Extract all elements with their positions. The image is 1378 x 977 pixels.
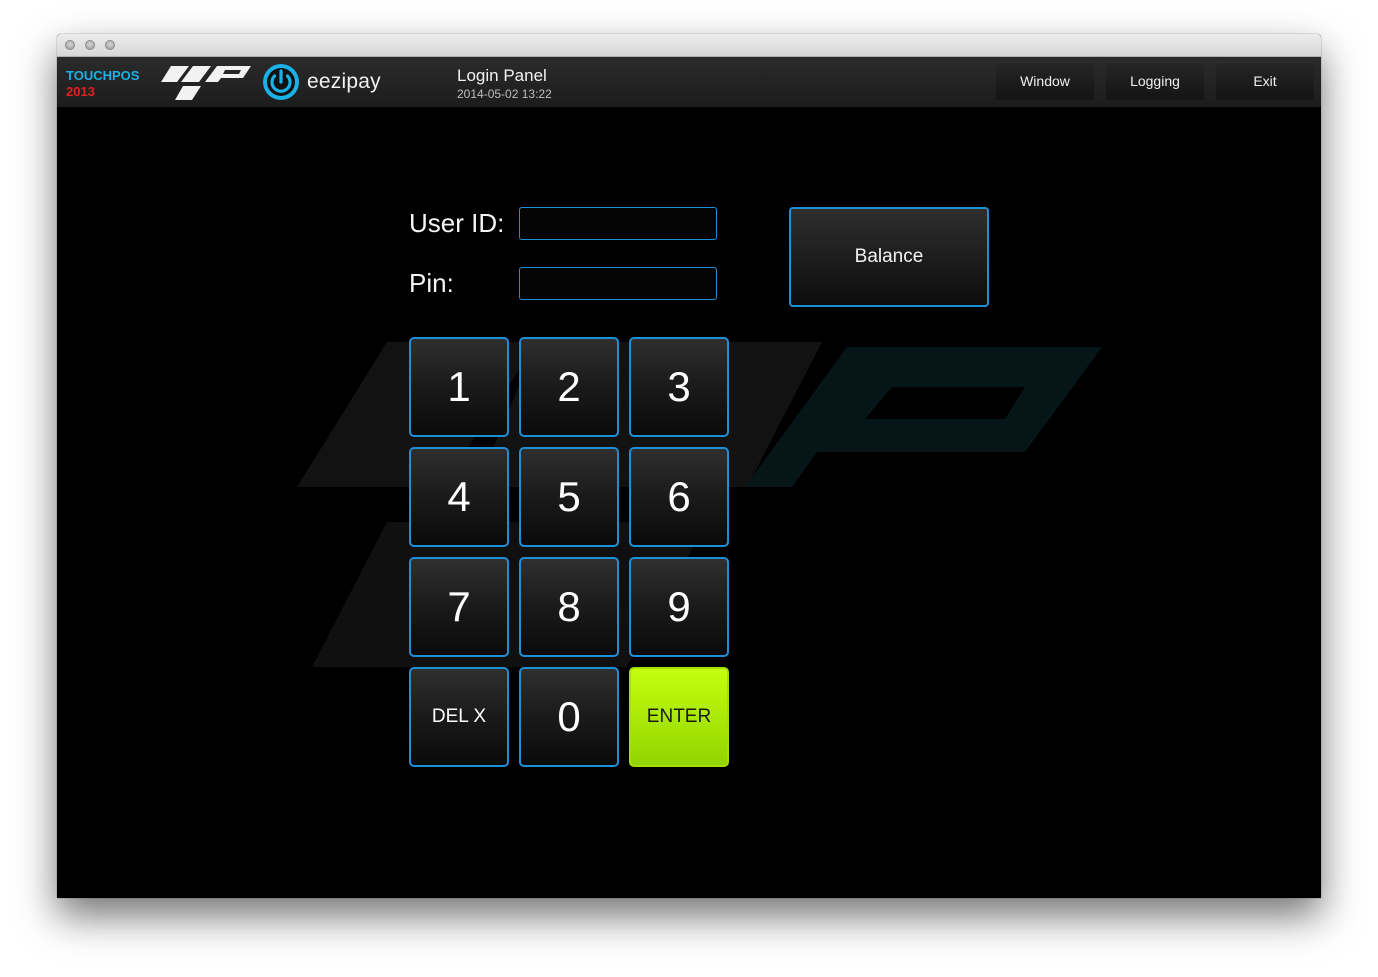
brand-name: TOUCHPOS bbox=[66, 68, 140, 83]
keypad-key-1[interactable]: 1 bbox=[409, 337, 509, 437]
enter-button[interactable]: ENTER bbox=[629, 667, 729, 767]
app-window: TOUCHPOS 2013 eezipay Login Panel 2014-0… bbox=[57, 34, 1321, 898]
keypad-key-8[interactable]: 8 bbox=[519, 557, 619, 657]
keypad-key-4[interactable]: 4 bbox=[409, 447, 509, 547]
close-window-icon[interactable] bbox=[65, 40, 75, 50]
balance-button[interactable]: Balance bbox=[789, 207, 989, 307]
logging-button[interactable]: Logging bbox=[1106, 62, 1204, 100]
keypad-delete-button[interactable]: DEL X bbox=[409, 667, 509, 767]
current-datetime: 2014-05-02 13:22 bbox=[457, 87, 552, 101]
pin-label: Pin: bbox=[409, 268, 454, 298]
user-id-label: User ID: bbox=[409, 208, 505, 238]
touchpos-logo-icon bbox=[161, 66, 251, 100]
zoom-window-icon[interactable] bbox=[105, 40, 115, 50]
exit-button[interactable]: Exit bbox=[1216, 62, 1314, 100]
eezipay-wordmark: eezipay bbox=[307, 70, 381, 93]
window-titlebar bbox=[57, 34, 1321, 57]
app-header: TOUCHPOS 2013 eezipay Login Panel 2014-0… bbox=[57, 57, 1321, 107]
brand-year: 2013 bbox=[66, 84, 95, 99]
pin-input[interactable] bbox=[519, 267, 717, 300]
minimize-window-icon[interactable] bbox=[85, 40, 95, 50]
keypad-key-3[interactable]: 3 bbox=[629, 337, 729, 437]
window-button[interactable]: Window bbox=[996, 62, 1094, 100]
keypad-key-0[interactable]: 0 bbox=[519, 667, 619, 767]
keypad-key-9[interactable]: 9 bbox=[629, 557, 729, 657]
user-id-input[interactable] bbox=[519, 207, 717, 240]
keypad-key-7[interactable]: 7 bbox=[409, 557, 509, 657]
keypad-key-2[interactable]: 2 bbox=[519, 337, 619, 437]
keypad-key-6[interactable]: 6 bbox=[629, 447, 729, 547]
page-title: Login Panel bbox=[457, 66, 547, 85]
keypad-key-5[interactable]: 5 bbox=[519, 447, 619, 547]
eezipay-power-icon bbox=[263, 64, 299, 100]
